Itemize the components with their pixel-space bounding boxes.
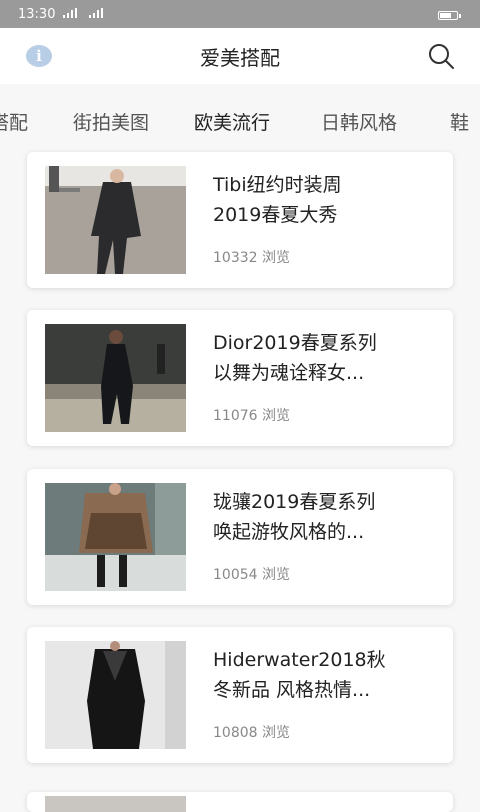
tab-shoes[interactable]: 鞋 [450,108,469,135]
status-bar: 13:30 [0,0,480,28]
article-card[interactable]: Tibi纽约时装周 2019春夏大秀 10332 浏览 [27,152,453,288]
search-icon[interactable] [426,42,456,70]
article-thumbnail [45,166,186,274]
battery-icon [438,11,461,20]
article-thumbnail [45,796,186,812]
tab-japan-korea-style[interactable]: 日韩风格 [321,108,397,135]
article-title: Dior2019春夏系列 以舞为魂诠释女... [213,332,377,384]
tab-street-photos[interactable]: 街拍美图 [73,108,149,135]
article-views: 10332 浏览 [213,250,290,266]
tab-western-trends[interactable]: 欧美流行 [194,108,270,135]
article-card[interactable]: Dior2019春夏系列 以舞为魂诠释女... 11076 浏览 [27,310,453,446]
article-card[interactable]: 珑骧2019春夏系列 唤起游牧风格的... 10054 浏览 [27,469,453,605]
page-title: 爱美搭配 [200,46,280,70]
article-title: 珑骧2019春夏系列 唤起游牧风格的... [213,491,376,543]
article-views: 10808 浏览 [213,725,290,741]
article-title: Hiderwater2018秋 冬新品 风格热情... [213,649,386,701]
article-thumbnail [45,324,186,432]
article-thumbnail [45,483,186,591]
article-title: Tibi纽约时装周 2019春夏大秀 [213,174,342,226]
app-header: i 爱美搭配 [0,28,480,84]
signal-icon [62,7,78,22]
signal-icon [88,7,104,22]
article-thumbnail [45,641,186,749]
tab-dapei[interactable]: 搭配 [0,108,28,135]
category-tabs: 搭配 街拍美图 欧美流行 日韩风格 鞋 [0,84,480,154]
article-views: 10054 浏览 [213,567,290,583]
article-views: 11076 浏览 [213,408,290,424]
article-card[interactable] [27,792,453,812]
status-time: 13:30 [18,7,56,22]
article-card[interactable]: Hiderwater2018秋 冬新品 风格热情... 10808 浏览 [27,627,453,763]
